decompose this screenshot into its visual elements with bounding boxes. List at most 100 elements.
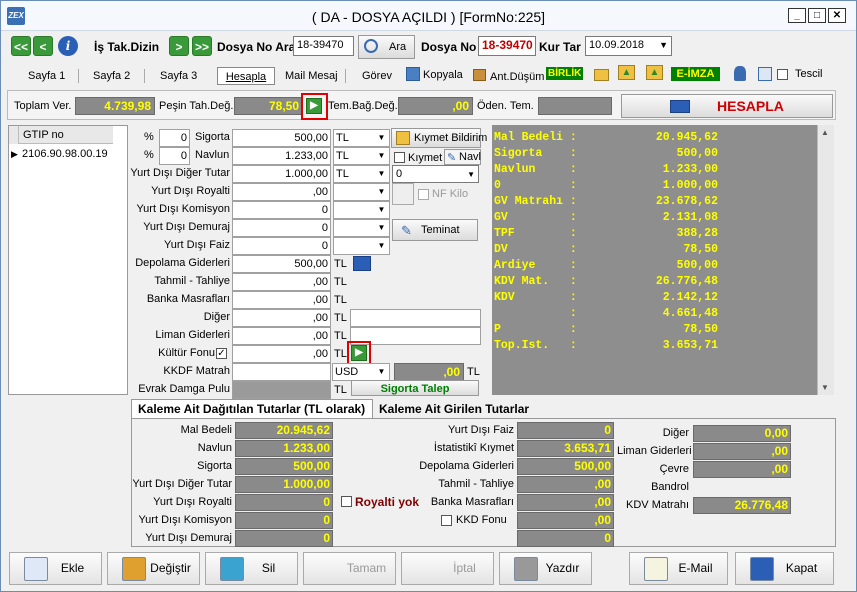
shield-icon[interactable] (734, 66, 746, 81)
nav-next-icon[interactable]: > (169, 36, 189, 56)
currency-select[interactable]: TL ▼ (333, 147, 390, 165)
hesapla-button[interactable]: HESAPLA (621, 94, 833, 118)
tab-sayfa-3[interactable]: Sayfa 3 (160, 67, 197, 85)
blank-button[interactable] (392, 183, 414, 205)
form-value-field[interactable]: 1.233,00 (232, 147, 331, 165)
summary-value: 500,00 (676, 147, 718, 160)
degistir-button[interactable]: Değiştir (107, 552, 200, 585)
combo-field[interactable]: 0 ▼ (392, 165, 479, 183)
folder-icon[interactable] (594, 69, 609, 81)
folder-up-icon[interactable]: ▲ (618, 65, 635, 80)
currency-select[interactable]: ▼ (333, 201, 390, 219)
currency-select[interactable]: ▼ (333, 219, 390, 237)
nav-prev-icon[interactable]: < (33, 36, 53, 56)
footer-button-label: Ekle (60, 561, 85, 575)
kkd-fonu-checkbox[interactable] (441, 515, 452, 526)
percent-input[interactable]: 0 (159, 147, 190, 165)
navl-button[interactable]: ✎ Navl (444, 149, 481, 165)
percent-input[interactable]: 0 (159, 129, 190, 147)
note-field[interactable] (350, 309, 481, 327)
info-icon[interactable]: i (58, 36, 78, 56)
royalti-yok-checkbox[interactable] (341, 496, 352, 507)
tab-dagitilan-tutarlar[interactable]: Kaleme Ait Dağıtılan Tutarlar (TL olarak… (131, 399, 373, 419)
form-value-field[interactable]: 1.000,00 (232, 165, 331, 183)
form-value-field[interactable]: 0 (232, 237, 331, 255)
sigorta-talep-button[interactable]: Sigorta Talep (351, 380, 479, 396)
kiymet-checkbox[interactable] (394, 152, 405, 163)
iptal-button[interactable]: İptal (401, 552, 494, 585)
form-value-field[interactable]: ,00 (232, 183, 331, 201)
tescil-checkbox[interactable] (777, 69, 788, 80)
kultur-fonu-checkbox[interactable]: ✓ (216, 348, 227, 359)
title-bar[interactable]: ZEX ( DA - DOSYA AÇILDI ) [FormNo:225] _… (1, 1, 856, 31)
kopyala-link[interactable]: Kopyala (423, 69, 463, 81)
ara-button-label: Ara (389, 41, 407, 53)
form-value-field[interactable]: 0 (232, 201, 331, 219)
close-button[interactable]: ✕ (828, 8, 846, 23)
birlik-button[interactable]: BİRLİK (546, 67, 584, 80)
chevron-down-icon[interactable]: ▼ (375, 221, 388, 235)
chevron-down-icon[interactable]: ▼ (375, 185, 388, 199)
scroll-up-icon[interactable]: ▲ (821, 128, 829, 137)
page-search-icon[interactable] (758, 67, 772, 81)
form-value-field[interactable]: ,00 (232, 327, 331, 345)
form-value-field[interactable] (232, 381, 331, 399)
e-imza-button[interactable]: E-İMZA (671, 67, 720, 81)
form-value-field[interactable]: 0 (232, 219, 331, 237)
tab-girilen-tutarlar[interactable]: Kaleme Ait Girilen Tutarlar (379, 402, 529, 416)
form-value-field[interactable]: 500,00 (232, 255, 331, 273)
summary-scrollbar[interactable]: ▲ ▼ (817, 125, 834, 395)
maximize-button[interactable]: □ (808, 8, 826, 23)
minimize-button[interactable]: _ (788, 8, 806, 23)
calculator-icon[interactable] (353, 256, 371, 271)
chevron-down-icon[interactable]: ▼ (375, 131, 388, 145)
chevron-down-icon[interactable]: ▼ (375, 167, 388, 181)
kkdf-tl-value: ,00 (394, 363, 464, 381)
chevron-down-icon[interactable]: ▼ (659, 38, 668, 53)
kultur-play-button[interactable]: ▶ (351, 345, 367, 361)
kkdf-currency-select[interactable]: USD ▼ (332, 363, 390, 381)
summary-value: 78,50 (683, 243, 718, 256)
form-value-field[interactable]: ,00 (232, 345, 331, 363)
chevron-down-icon[interactable]: ▼ (375, 203, 388, 217)
currency-select[interactable]: ▼ (333, 237, 390, 255)
tab-hesapla[interactable]: Hesapla (217, 67, 275, 85)
nf-kilo-checkbox[interactable] (418, 189, 429, 200)
form-value-field[interactable]: 500,00 (232, 129, 331, 147)
form-value-field[interactable]: ,00 (232, 291, 331, 309)
scroll-down-icon[interactable]: ▼ (821, 383, 829, 392)
tamam-button[interactable]: Tamam (303, 552, 396, 585)
tab-sayfa-2[interactable]: Sayfa 2 (93, 67, 130, 85)
form-value-field[interactable]: ,00 (232, 273, 331, 291)
nav-last-icon[interactable]: >> (192, 36, 212, 56)
nav-first-icon[interactable]: << (11, 36, 31, 56)
sil-button[interactable]: Sil (205, 552, 298, 585)
chevron-down-icon[interactable]: ▼ (467, 167, 475, 182)
toplam-ver-value: 4.739,98 (75, 97, 155, 115)
kur-tar-date-field[interactable]: 10.09.2018 ▼ (585, 36, 672, 56)
tab-sayfa-1[interactable]: Sayfa 1 (28, 67, 65, 85)
tab-gorev[interactable]: Görev (362, 67, 392, 85)
ant-dusum-link[interactable]: Ant.Düşüm (490, 71, 544, 83)
tab-mail-mesaj[interactable]: Mail Mesaj (285, 67, 338, 85)
teminat-button[interactable]: ✎ Teminat (392, 219, 478, 241)
tem-bag-label: Tem.Bağ.Değ. (328, 100, 398, 112)
currency-select[interactable]: TL ▼ (333, 129, 390, 147)
form-value-field[interactable] (232, 363, 331, 381)
chevron-down-icon[interactable]: ▼ (375, 239, 388, 253)
e-mail-button[interactable]: E-Mail (629, 552, 728, 585)
kiymet-bildirim-button[interactable]: Kıymet Bildirim (391, 128, 487, 148)
gtip-row[interactable]: 2106.90.98.00.19 (22, 147, 108, 161)
currency-select[interactable]: ▼ (333, 183, 390, 201)
ara-button[interactable]: Ara (358, 35, 415, 59)
kapat-button[interactable]: Kapat (735, 552, 834, 585)
dosya-no-search-input[interactable]: 18-39470 (293, 36, 354, 56)
currency-select[interactable]: TL ▼ (333, 165, 390, 183)
chevron-down-icon[interactable]: ▼ (375, 365, 388, 379)
pesin-play-button[interactable]: ▶ (306, 98, 322, 114)
folder-down-icon[interactable]: ▲ (646, 65, 663, 80)
yazdir-button[interactable]: Yazdır (499, 552, 592, 585)
ekle-button[interactable]: Ekle (9, 552, 102, 585)
form-value-field[interactable]: ,00 (232, 309, 331, 327)
chevron-down-icon[interactable]: ▼ (375, 149, 388, 163)
